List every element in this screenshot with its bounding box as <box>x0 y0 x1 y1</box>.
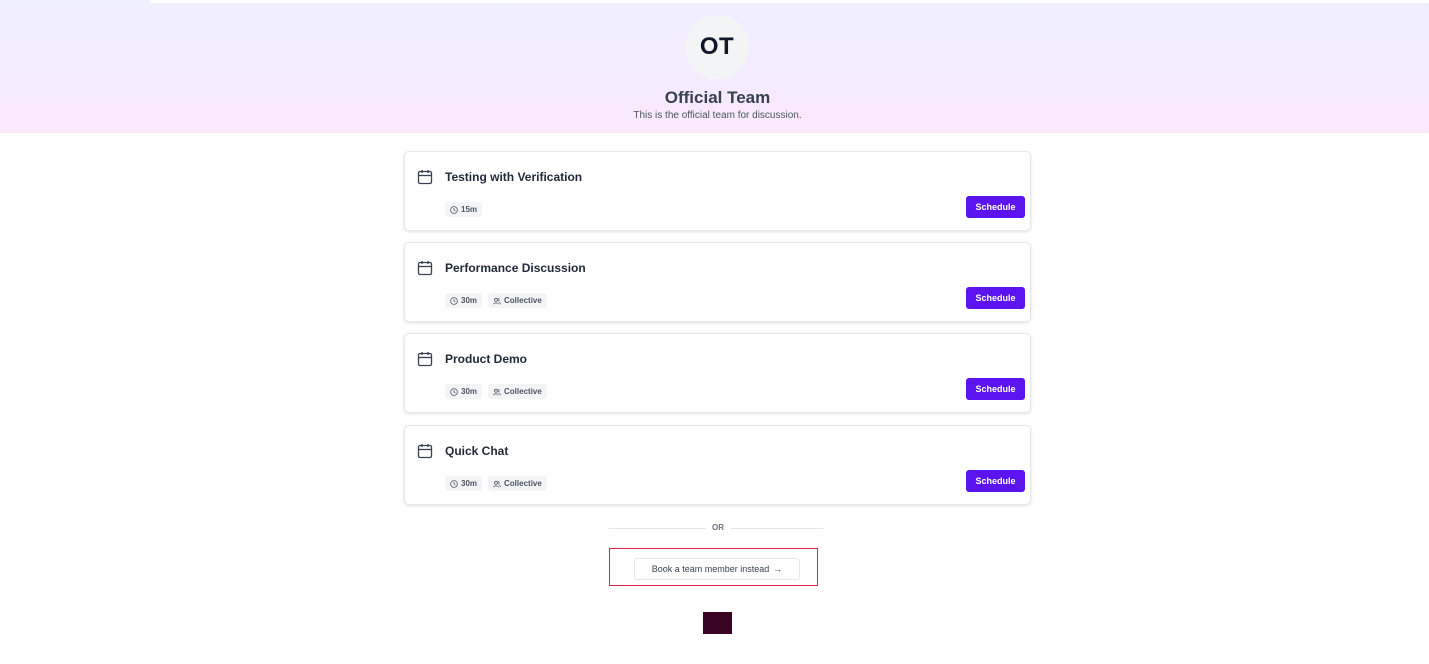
event-badges: 30m Collective <box>445 384 547 399</box>
users-icon <box>493 297 501 304</box>
event-card-product-demo[interactable]: Product Demo 30m Collective Schedule <box>404 333 1031 413</box>
type-badge: Collective <box>488 476 547 491</box>
duration-label: 30m <box>461 387 478 396</box>
clock-icon <box>450 296 458 305</box>
schedule-button[interactable]: Schedule <box>966 378 1025 400</box>
team-description: This is the official team for discussion… <box>633 110 802 121</box>
duration-label: 15m <box>461 205 478 214</box>
event-title: Performance Discussion <box>445 261 586 275</box>
footer-block <box>703 612 732 634</box>
type-badge: Collective <box>488 384 547 399</box>
event-title: Testing with Verification <box>445 170 583 184</box>
event-badges: 15m <box>445 202 483 217</box>
type-label: Collective <box>504 387 542 396</box>
top-bar <box>150 0 1429 3</box>
event-card-quick-chat[interactable]: Quick Chat 30m Collective Schedule <box>404 425 1031 505</box>
clock-icon <box>450 479 458 488</box>
divider-line-left <box>609 528 706 529</box>
event-title: Product Demo <box>445 352 528 366</box>
schedule-button[interactable]: Schedule <box>966 196 1025 218</box>
type-badge: Collective <box>488 293 547 308</box>
divider-line-right <box>730 528 823 529</box>
clock-icon <box>450 205 458 214</box>
event-card-testing-with-verification[interactable]: Testing with Verification 15m Schedule <box>404 151 1031 231</box>
type-label: Collective <box>504 296 542 305</box>
duration-badge: 30m <box>445 384 483 399</box>
team-avatar: OT <box>685 15 749 79</box>
duration-badge: 30m <box>445 293 483 308</box>
users-icon <box>493 388 501 395</box>
event-badges: 30m Collective <box>445 293 547 308</box>
team-header: OT Official Team This is the official te… <box>0 0 1429 133</box>
duration-badge: 30m <box>445 476 483 491</box>
schedule-button[interactable]: Schedule <box>966 470 1025 492</box>
duration-label: 30m <box>461 479 478 488</box>
book-team-member-button[interactable]: Book a team member instead → <box>634 558 800 580</box>
users-icon <box>493 480 501 487</box>
calendar-icon <box>417 170 433 185</box>
type-label: Collective <box>504 479 542 488</box>
event-card-performance-discussion[interactable]: Performance Discussion 30m Collective Sc… <box>404 242 1031 322</box>
duration-label: 30m <box>461 296 478 305</box>
calendar-icon <box>417 352 433 367</box>
team-name: Official Team <box>664 88 771 107</box>
calendar-icon <box>417 444 433 459</box>
book-team-member-label: Book a team member instead <box>651 564 770 574</box>
clock-icon <box>450 387 458 396</box>
arrow-right-icon: → <box>773 564 783 574</box>
duration-badge: 15m <box>445 202 483 217</box>
event-badges: 30m Collective <box>445 476 547 491</box>
schedule-button[interactable]: Schedule <box>966 287 1025 309</box>
calendar-icon <box>417 261 433 276</box>
event-title: Quick Chat <box>445 444 509 458</box>
